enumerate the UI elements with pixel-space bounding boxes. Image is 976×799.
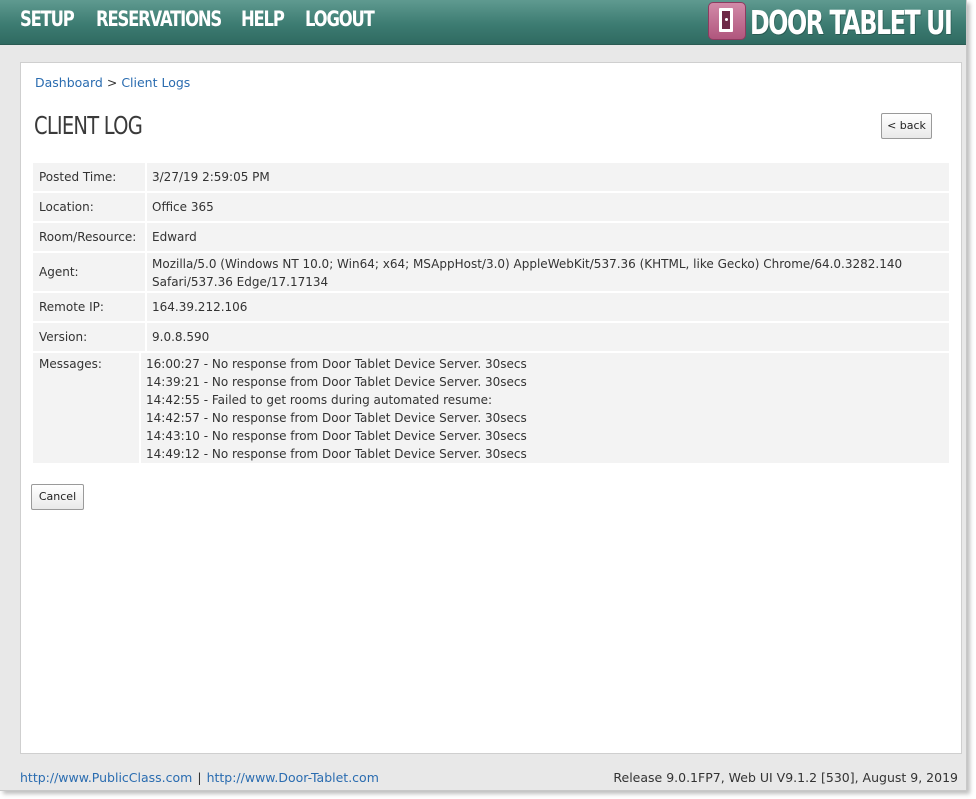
- message-line: 14:43:10 - No response from Door Tablet …: [146, 429, 527, 443]
- detail-row-location: Location: Office 365: [33, 193, 949, 221]
- back-button[interactable]: < back: [881, 113, 932, 139]
- nav-reservations[interactable]: RESERVATIONS: [96, 7, 222, 31]
- top-navigation-bar: SETUP RESERVATIONS HELP LOGOUT DOOR TABL…: [0, 0, 966, 45]
- door-icon: [708, 2, 746, 40]
- agent-line: Safari/537.36 Edge/17.17134: [152, 275, 329, 289]
- version-value: 9.0.8.590: [147, 323, 949, 351]
- breadcrumb-client-logs[interactable]: Client Logs: [121, 75, 190, 90]
- message-line: 16:00:27 - No response from Door Tablet …: [146, 357, 527, 371]
- app-window: SETUP RESERVATIONS HELP LOGOUT DOOR TABL…: [0, 0, 967, 791]
- posted-time-value: 3/27/19 2:59:05 PM: [147, 163, 949, 191]
- detail-row-remote-ip: Remote IP: 164.39.212.106: [33, 293, 949, 321]
- breadcrumb-separator: >: [106, 75, 118, 90]
- nav-logout[interactable]: LOGOUT: [305, 7, 375, 31]
- detail-row-version: Version: 9.0.8.590: [33, 323, 949, 351]
- location-value: Office 365: [147, 193, 949, 221]
- agent-label: Agent:: [33, 253, 145, 291]
- breadcrumb: Dashboard > Client Logs: [35, 75, 190, 90]
- messages-value: 16:00:27 - No response from Door Tablet …: [141, 353, 949, 463]
- messages-label: Messages:: [33, 353, 139, 463]
- message-line: 14:42:57 - No response from Door Tablet …: [146, 411, 527, 425]
- detail-row-room: Room/Resource: Edward: [33, 223, 949, 251]
- footer-link-door-tablet[interactable]: http://www.Door-Tablet.com: [207, 770, 379, 785]
- footer-separator: |: [197, 770, 202, 785]
- footer-links: http://www.PublicClass.com | http://www.Do…: [20, 770, 379, 785]
- posted-time-label: Posted Time:: [33, 163, 145, 191]
- message-line: 14:42:55 - Failed to get rooms during au…: [146, 393, 493, 407]
- cancel-button[interactable]: Cancel: [31, 484, 84, 510]
- room-label: Room/Resource:: [33, 223, 145, 251]
- client-log-details: Posted Time: 3/27/19 2:59:05 PM Location…: [33, 163, 949, 465]
- logo-text: DOOR TABLET UI: [750, 3, 953, 42]
- nav-help[interactable]: HELP: [241, 7, 285, 31]
- detail-row-posted-time: Posted Time: 3/27/19 2:59:05 PM: [33, 163, 949, 191]
- release-info: Release 9.0.1FP7, Web UI V9.1.2 [530], A…: [613, 770, 958, 785]
- agent-value: Mozilla/5.0 (Windows NT 10.0; Win64; x64…: [147, 253, 949, 291]
- door-tablet-logo: DOOR TABLET UI: [708, 2, 966, 42]
- message-line: 14:39:21 - No response from Door Tablet …: [146, 375, 527, 389]
- room-value: Edward: [147, 223, 949, 251]
- remote-ip-label: Remote IP:: [33, 293, 145, 321]
- message-line: 14:49:12 - No response from Door Tablet …: [146, 447, 527, 461]
- content-panel: Dashboard > Client Logs CLIENT LOG < back …: [20, 62, 962, 754]
- location-label: Location:: [33, 193, 145, 221]
- detail-row-agent: Agent: Mozilla/5.0 (Windows NT 10.0; Win…: [33, 253, 949, 291]
- nav-setup[interactable]: SETUP: [20, 7, 75, 31]
- breadcrumb-dashboard[interactable]: Dashboard: [35, 75, 103, 90]
- footer-link-publicclass[interactable]: http://www.PublicClass.com: [20, 770, 192, 785]
- agent-line: Mozilla/5.0 (Windows NT 10.0; Win64; x64…: [152, 257, 903, 271]
- version-label: Version:: [33, 323, 145, 351]
- remote-ip-value: 164.39.212.106: [147, 293, 949, 321]
- page-title: CLIENT LOG: [34, 111, 143, 140]
- detail-row-messages: Messages: 16:00:27 - No response from Do…: [33, 353, 949, 463]
